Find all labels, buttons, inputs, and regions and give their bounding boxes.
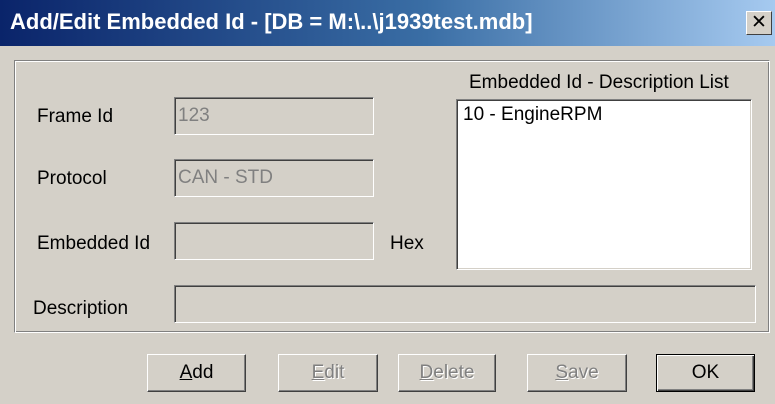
list-item[interactable]: 10 - EngineRPM <box>463 104 751 126</box>
edit-mnemonic: E <box>311 362 325 383</box>
window-title: Add/Edit Embedded Id - [DB = M:\..\j1939… <box>10 9 533 34</box>
close-icon: ✕ <box>751 12 767 33</box>
add-mnemonic: A <box>179 362 193 383</box>
ok-button[interactable]: OK <box>656 354 755 392</box>
title-bar[interactable]: Add/Edit Embedded Id - [DB = M:\..\j1939… <box>0 0 775 46</box>
embedded-id-list[interactable]: 10 - EngineRPM <box>456 99 752 270</box>
save-button[interactable]: Save <box>527 354 627 392</box>
hex-label: Hex <box>390 233 424 254</box>
description-label: Description <box>33 298 129 319</box>
embedded-id-label: Embedded Id <box>37 233 151 254</box>
add-button[interactable]: Add <box>147 354 246 392</box>
protocol-field: CAN - STD <box>174 159 374 197</box>
delete-label-rest: elete <box>433 362 475 383</box>
frame-id-label: Frame Id <box>37 106 114 127</box>
protocol-label: Protocol <box>37 168 107 189</box>
add-label-rest: dd <box>192 362 214 383</box>
delete-button[interactable]: Delete <box>398 354 496 392</box>
delete-mnemonic: D <box>419 362 434 383</box>
embedded-id-field[interactable] <box>174 222 374 260</box>
save-label-rest: ave <box>568 362 599 383</box>
ok-label: OK <box>691 362 720 383</box>
edit-button[interactable]: Edit <box>278 354 378 392</box>
frame-id-field: 123 <box>174 97 374 135</box>
list-header: Embedded Id - Description List <box>469 72 729 93</box>
close-button[interactable]: ✕ <box>746 11 772 35</box>
description-field[interactable] <box>174 285 756 323</box>
edit-label-rest: dit <box>324 362 345 383</box>
save-mnemonic: S <box>555 362 569 383</box>
